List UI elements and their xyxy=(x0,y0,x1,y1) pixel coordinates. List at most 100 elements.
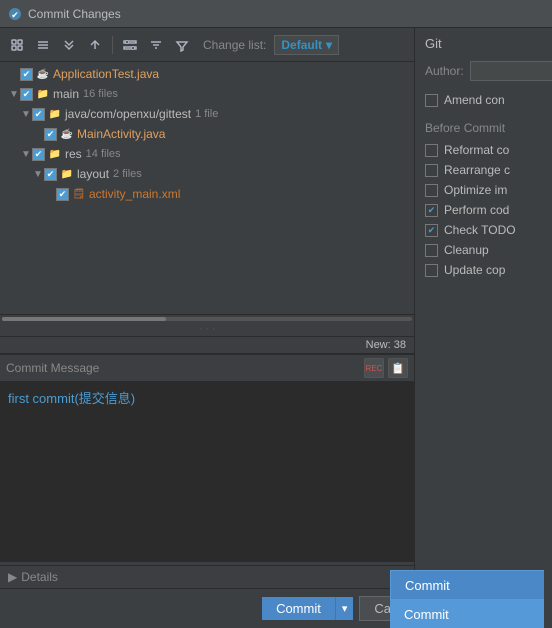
folder-icon-package: 📁 xyxy=(48,107,62,121)
tree-count-layout: 2 files xyxy=(113,168,142,180)
tree-count-main: 16 files xyxy=(83,88,118,100)
option-row-update-cop[interactable]: Update cop xyxy=(425,263,542,277)
tree-item-activity-main-xml[interactable]: ✔ 🗒 activity_main.xml xyxy=(0,184,414,204)
tree-checkbox-main[interactable]: ✔ xyxy=(20,88,33,101)
left-panel: Change list: Default ▾ ✔ ☕ ApplicationTe… xyxy=(0,28,415,628)
toolbar-btn-collapse[interactable] xyxy=(58,34,80,56)
tree-item-main-activity[interactable]: ✔ ☕ MainActivity.java xyxy=(0,124,414,144)
tree-item-main[interactable]: ▼ ✔ 📁 main 16 files xyxy=(0,84,414,104)
folder-icon-layout: 📁 xyxy=(60,167,74,181)
xml-file-icon: 🗒 xyxy=(72,187,86,201)
changelist-dropdown[interactable]: Default ▾ xyxy=(274,35,339,55)
toolbar-btn-filter[interactable] xyxy=(171,34,193,56)
amend-label: Amend con xyxy=(444,93,505,107)
commit-message-section: Commit Message REC 📋 xyxy=(0,354,414,565)
before-commit-title: Before Commit xyxy=(425,121,542,135)
h-scrollbar-thumb xyxy=(2,317,166,321)
commit-dropdown-overlay: Commit Commit xyxy=(0,570,552,628)
java-file-icon-main: ☕ xyxy=(60,127,74,141)
commit-dropdown-label: Commit xyxy=(405,578,450,593)
option-label-rearrange: Rearrange c xyxy=(444,163,510,177)
tree-label-layout: layout xyxy=(77,167,109,181)
changelist-arrow-icon: ▾ xyxy=(326,38,332,52)
tree-arrow-main: ▼ xyxy=(8,88,20,100)
tree-item-layout[interactable]: ▼ ✔ 📁 layout 2 files xyxy=(0,164,414,184)
tree-item-java-package[interactable]: ▼ ✔ 📁 java/com/openxu/gittest 1 file xyxy=(0,104,414,124)
folder-icon-res: 📁 xyxy=(48,147,62,161)
option-label-reformat: Reformat co xyxy=(444,143,509,157)
tree-count-package: 1 file xyxy=(195,108,218,120)
amend-checkbox[interactable] xyxy=(425,94,438,107)
option-checkbox-reformat[interactable] xyxy=(425,144,438,157)
tree-arrow-res: ▼ xyxy=(20,148,32,160)
tree-checkbox-package[interactable]: ✔ xyxy=(32,108,45,121)
title-bar-icon: ✔ xyxy=(8,7,22,21)
commit-dropdown-item[interactable]: Commit xyxy=(390,600,544,628)
option-label-update-cop: Update cop xyxy=(444,263,505,277)
new-counter: New: 38 xyxy=(0,337,414,354)
title-bar: ✔ Commit Changes xyxy=(0,0,552,28)
new-counter-value: 38 xyxy=(394,339,406,351)
option-checkbox-perform[interactable]: ✔ xyxy=(425,204,438,217)
option-row-reformat[interactable]: Reformat co xyxy=(425,143,542,157)
toolbar-btn-expand[interactable] xyxy=(32,34,54,56)
option-checkbox-update-cop[interactable] xyxy=(425,264,438,277)
java-file-icon: ☕ xyxy=(36,67,50,81)
option-row-perform[interactable]: ✔ Perform cod xyxy=(425,203,542,217)
toolbar-btn-sort[interactable] xyxy=(145,34,167,56)
commit-message-header: Commit Message REC 📋 xyxy=(0,354,414,382)
paste-button[interactable]: 📋 xyxy=(388,358,408,378)
folder-icon-main: 📁 xyxy=(36,87,50,101)
tree-label-package: java/com/openxu/gittest xyxy=(65,107,191,121)
commit-dropdown-btn-main[interactable]: Commit xyxy=(390,570,544,600)
commit-message-label: Commit Message xyxy=(6,361,99,375)
tree-arrow-main-activity xyxy=(32,128,44,140)
paste-icon: 📋 xyxy=(391,362,405,375)
tree-item-res[interactable]: ▼ ✔ 📁 res 14 files xyxy=(0,144,414,164)
option-label-cleanup: Cleanup xyxy=(444,243,489,257)
changelist-value: Default xyxy=(281,38,322,52)
file-tree[interactable]: ✔ ☕ ApplicationTest.java ▼ ✔ 📁 main 16 f… xyxy=(0,62,414,314)
amend-row[interactable]: Amend con xyxy=(425,93,542,107)
rec-button[interactable]: REC xyxy=(364,358,384,378)
option-checkbox-rearrange[interactable] xyxy=(425,164,438,177)
tree-label-xml: activity_main.xml xyxy=(89,187,180,201)
tree-arrow-package: ▼ xyxy=(20,108,32,120)
new-counter-label: New: xyxy=(366,339,394,351)
option-row-cleanup[interactable]: Cleanup xyxy=(425,243,542,257)
tree-checkbox-res[interactable]: ✔ xyxy=(32,148,45,161)
option-checkbox-cleanup[interactable] xyxy=(425,244,438,257)
option-label-perform: Perform cod xyxy=(444,203,509,217)
tree-checkbox-main-activity[interactable]: ✔ xyxy=(44,128,57,141)
tree-label: ApplicationTest.java xyxy=(53,67,159,81)
right-panel: Git Author: Amend con Before Commit Refo… xyxy=(415,28,552,628)
option-row-optimize[interactable]: Optimize im xyxy=(425,183,542,197)
option-row-rearrange[interactable]: Rearrange c xyxy=(425,163,542,177)
commit-message-icons: REC 📋 xyxy=(364,358,408,378)
option-label-optimize: Optimize im xyxy=(444,183,507,197)
toolbar-btn-up[interactable] xyxy=(84,34,106,56)
changelist-label: Change list: xyxy=(203,38,266,52)
tree-label-main: main xyxy=(53,87,79,101)
tree-checkbox-xml[interactable]: ✔ xyxy=(56,188,69,201)
option-checkbox-optimize[interactable] xyxy=(425,184,438,197)
tree-item-application-test[interactable]: ✔ ☕ ApplicationTest.java xyxy=(0,64,414,84)
author-input[interactable] xyxy=(470,61,552,81)
main-layout: Change list: Default ▾ ✔ ☕ ApplicationTe… xyxy=(0,28,552,628)
title-bar-title: Commit Changes xyxy=(28,7,121,21)
author-label: Author: xyxy=(425,64,464,78)
h-scrollbar-track xyxy=(2,317,412,321)
toolbar: Change list: Default ▾ xyxy=(0,28,414,62)
commit-textarea[interactable] xyxy=(0,382,414,562)
option-row-check-todo[interactable]: ✔ Check TODO xyxy=(425,223,542,237)
tree-checkbox[interactable]: ✔ xyxy=(20,68,33,81)
h-scrollbar[interactable] xyxy=(0,314,414,322)
tree-label-res: res xyxy=(65,147,82,161)
toolbar-btn-settings[interactable] xyxy=(119,34,141,56)
tree-more-indicator: · · · xyxy=(0,322,414,337)
tree-checkbox-layout[interactable]: ✔ xyxy=(44,168,57,181)
option-checkbox-check-todo[interactable]: ✔ xyxy=(425,224,438,237)
author-row: Author: xyxy=(425,61,542,81)
toolbar-btn-refresh[interactable] xyxy=(6,34,28,56)
tree-arrow-xml xyxy=(44,188,56,200)
